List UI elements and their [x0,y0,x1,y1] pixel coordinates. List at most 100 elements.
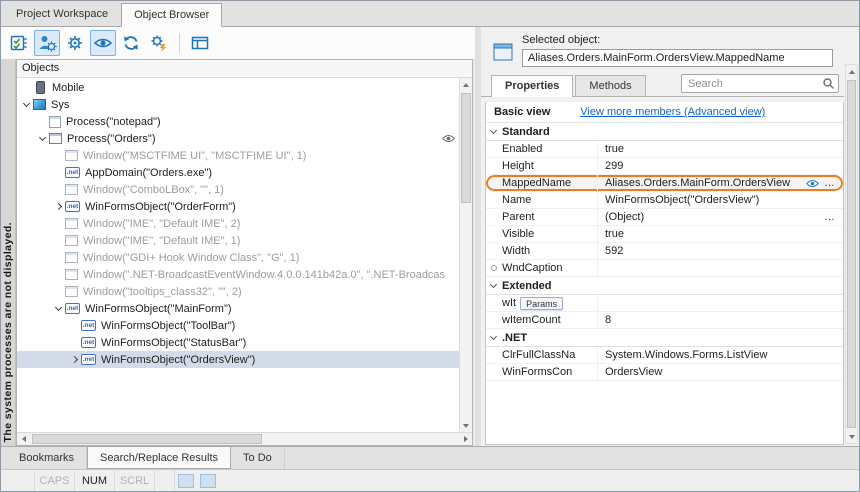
property-value[interactable]: 299 [598,160,843,172]
scroll-up-arrow[interactable] [846,65,857,78]
tree-expander[interactable] [67,357,81,362]
tree-item-label: Window("MSCTFIME UI", "MSCTFIME UI", 1) [83,150,306,162]
checked-list-button[interactable] [6,30,32,56]
property-value[interactable]: (Object) [598,211,824,223]
property-name: wItemCount [502,312,598,328]
property-value[interactable]: WinFormsObject("OrdersView") [598,194,843,206]
tree-item-label: WinFormsObject("OrderForm") [85,201,236,213]
scroll-left-arrow[interactable] [17,433,30,445]
tree-item[interactable]: Window("IME", "Default IME", 2) [17,215,459,232]
bottom-tab-bookmarks[interactable]: Bookmarks [7,447,87,469]
property-value[interactable]: OrdersView [598,366,843,378]
tree-expander[interactable] [35,137,49,140]
tree-item[interactable]: Window("IME", "Default IME", 1) [17,232,459,249]
scroll-right-arrow[interactable] [459,433,472,445]
object-browser-toolbar [1,27,475,59]
tab-properties[interactable]: Properties [491,75,573,97]
property-value[interactable]: 8 [598,314,843,326]
sys-icon [33,99,46,110]
property-row[interactable]: ClrFullClassNa System.Windows.Forms.ListV… [486,347,843,364]
show-objects-button[interactable] [90,30,116,56]
scroll-down-arrow[interactable] [846,430,857,443]
section-header[interactable]: .NET [486,329,843,347]
params-button[interactable]: Params [520,297,563,310]
tree-item[interactable]: .netWinFormsObject("MainForm") [17,300,459,317]
tree-item[interactable]: Window("GDI+ Hook Window Class", "G", 1) [17,249,459,266]
tab-object-browser[interactable]: Object Browser [121,3,222,27]
gear-icon [65,33,85,53]
property-row[interactable]: Parent(Object)… [486,209,843,226]
ellipsis-button[interactable]: … [824,177,836,189]
scroll-track[interactable] [846,78,857,430]
tree-item[interactable]: .netWinFormsObject("ToolBar") [17,317,459,334]
property-row[interactable]: wIt Params [486,295,843,312]
user-gear-icon [37,33,57,53]
section-header[interactable]: Standard [486,123,843,141]
search-input[interactable] [681,74,839,93]
tree-horizontal-scrollbar[interactable] [17,432,472,445]
tree-item[interactable]: Sys [17,96,459,113]
property-name-text: wIt [502,297,516,309]
tree-expander[interactable] [51,307,65,310]
tree-item[interactable]: .netWinFormsObject("StatusBar") [17,334,459,351]
tree-item-label: Window("tooltips_class32", "", 2) [83,286,242,298]
tab-methods[interactable]: Methods [575,75,645,96]
gear-run-button[interactable] [146,30,172,56]
refresh-button[interactable] [118,30,144,56]
property-row[interactable]: NameWinFormsObject("OrdersView") [486,192,843,209]
highlight-eye-icon[interactable] [806,179,819,188]
property-value[interactable]: true [598,228,843,240]
tree-item[interactable]: Process("notepad") [17,113,459,130]
advanced-view-link[interactable]: View more members (Advanced view) [580,106,765,118]
gear-button[interactable] [62,30,88,56]
status-cell [155,470,175,491]
property-row[interactable]: Enabledtrue [486,141,843,158]
tree-expander[interactable] [51,204,65,209]
selected-object-value[interactable]: Aliases.Orders.MainForm.OrdersView.Mappe… [522,49,833,67]
eye-icon [93,33,113,53]
scroll-thumb[interactable] [32,434,262,444]
tree-expander[interactable] [19,103,33,106]
property-name-text: ClrFullClassNa [502,349,575,361]
scroll-up-arrow[interactable] [460,78,472,91]
panels-button[interactable] [187,30,213,56]
scroll-down-arrow[interactable] [460,419,472,432]
scroll-thumb[interactable] [461,93,471,203]
property-value[interactable]: true [598,143,843,155]
tree-item[interactable]: .netWinFormsObject("OrderForm") [17,198,459,215]
scroll-thumb[interactable] [847,80,856,428]
section-header[interactable]: Extended [486,277,843,295]
property-name: Visible [502,226,598,242]
tree-item[interactable]: Window("ComboLBox", "", 1) [17,181,459,198]
eye-icon[interactable] [442,134,455,143]
bottom-tab-search-replace-results[interactable]: Search/Replace Results [87,447,231,469]
property-value[interactable]: Aliases.Orders.MainForm.OrdersView [598,177,806,189]
process-icon [49,133,62,144]
tree-item[interactable]: Process("Orders") [17,130,459,147]
tree-item[interactable]: Mobile [17,79,459,96]
property-row[interactable]: MappedNameAliases.Orders.MainForm.Orders… [486,175,843,192]
property-row[interactable]: Width592 [486,243,843,260]
properties-scrollbar[interactable] [845,64,858,444]
property-bullet-icon [486,265,502,271]
tab-project-workspace[interactable]: Project Workspace [3,2,121,26]
bottom-tab-to-do[interactable]: To Do [231,447,285,469]
property-value[interactable]: System.Windows.Forms.ListView [598,349,843,361]
user-gear-button[interactable] [34,30,60,56]
tree-item[interactable]: .netAppDomain("Orders.exe") [17,164,459,181]
property-value[interactable]: 592 [598,245,843,257]
property-row[interactable]: wItemCount8 [486,312,843,329]
scroll-track[interactable] [460,91,472,419]
tree-item[interactable]: .netWinFormsObject("OrdersView") [17,351,459,368]
property-row[interactable]: Visibletrue [486,226,843,243]
tree-vertical-scrollbar[interactable] [459,78,472,432]
net-icon: .net [81,337,96,348]
tree-item[interactable]: Window(".NET-BroadcastEventWindow.4.0.0.… [17,266,459,283]
property-row[interactable]: WndCaption [486,260,843,277]
property-row[interactable]: WinFormsConOrdersView [486,364,843,381]
property-row[interactable]: Height299 [486,158,843,175]
scroll-track[interactable] [30,433,459,445]
tree-item[interactable]: Window("tooltips_class32", "", 2) [17,283,459,300]
tree-item[interactable]: Window("MSCTFIME UI", "MSCTFIME UI", 1) [17,147,459,164]
ellipsis-button[interactable]: … [824,211,836,223]
